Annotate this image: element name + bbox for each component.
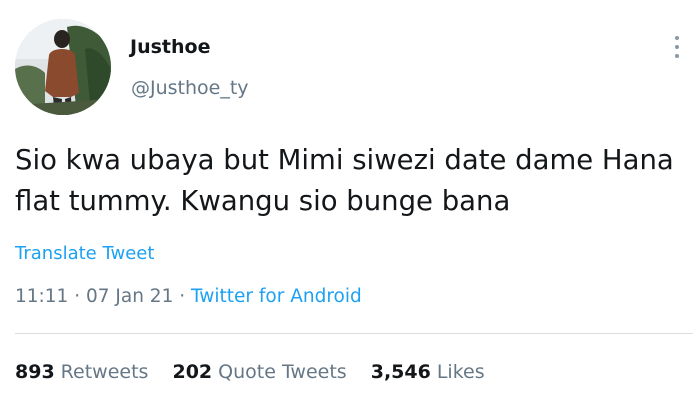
tweet-text-line-1: Sio kwa ubaya but Mimi siwezi date dame … — [15, 144, 674, 176]
translate-tweet-link[interactable]: Translate Tweet — [15, 243, 154, 264]
avatar[interactable] — [15, 19, 111, 115]
more-vertical-icon[interactable] — [669, 36, 685, 64]
tweet-metadata: 11:11 · 07 Jan 21 · Twitter for Android — [15, 286, 362, 307]
meta-separator: · — [68, 286, 86, 307]
quote-tweets-label: Quote Tweets — [218, 361, 347, 383]
likes-stat[interactable]: 3,546 Likes — [371, 361, 485, 383]
tweet-text-line-2: flat tummy. Kwangu sio bunge bana — [15, 185, 511, 217]
divider — [15, 333, 693, 334]
retweets-count: 893 — [15, 361, 55, 383]
tweet-date: 07 Jan 21 — [85, 286, 174, 307]
retweets-stat[interactable]: 893 Retweets — [15, 361, 148, 383]
display-name[interactable]: Justhoe — [130, 36, 210, 58]
tweet-text: Sio kwa ubaya but Mimi siwezi date dame … — [15, 140, 687, 222]
retweets-label: Retweets — [60, 361, 149, 383]
meta-separator: · — [173, 286, 192, 307]
quote-tweets-count: 202 — [172, 361, 213, 383]
tweet-time: 11:11 — [15, 286, 69, 307]
engagement-stats: 893 Retweets 202 Quote Tweets 3,546 Likes — [15, 361, 503, 383]
quote-tweets-stat[interactable]: 202 Quote Tweets — [172, 361, 346, 383]
user-handle[interactable]: @Justhoe_ty — [131, 77, 249, 99]
avatar-photo — [15, 19, 111, 115]
tweet-source-link[interactable]: Twitter for Android — [191, 286, 362, 307]
likes-count: 3,546 — [370, 361, 431, 383]
likes-label: Likes — [436, 361, 485, 383]
